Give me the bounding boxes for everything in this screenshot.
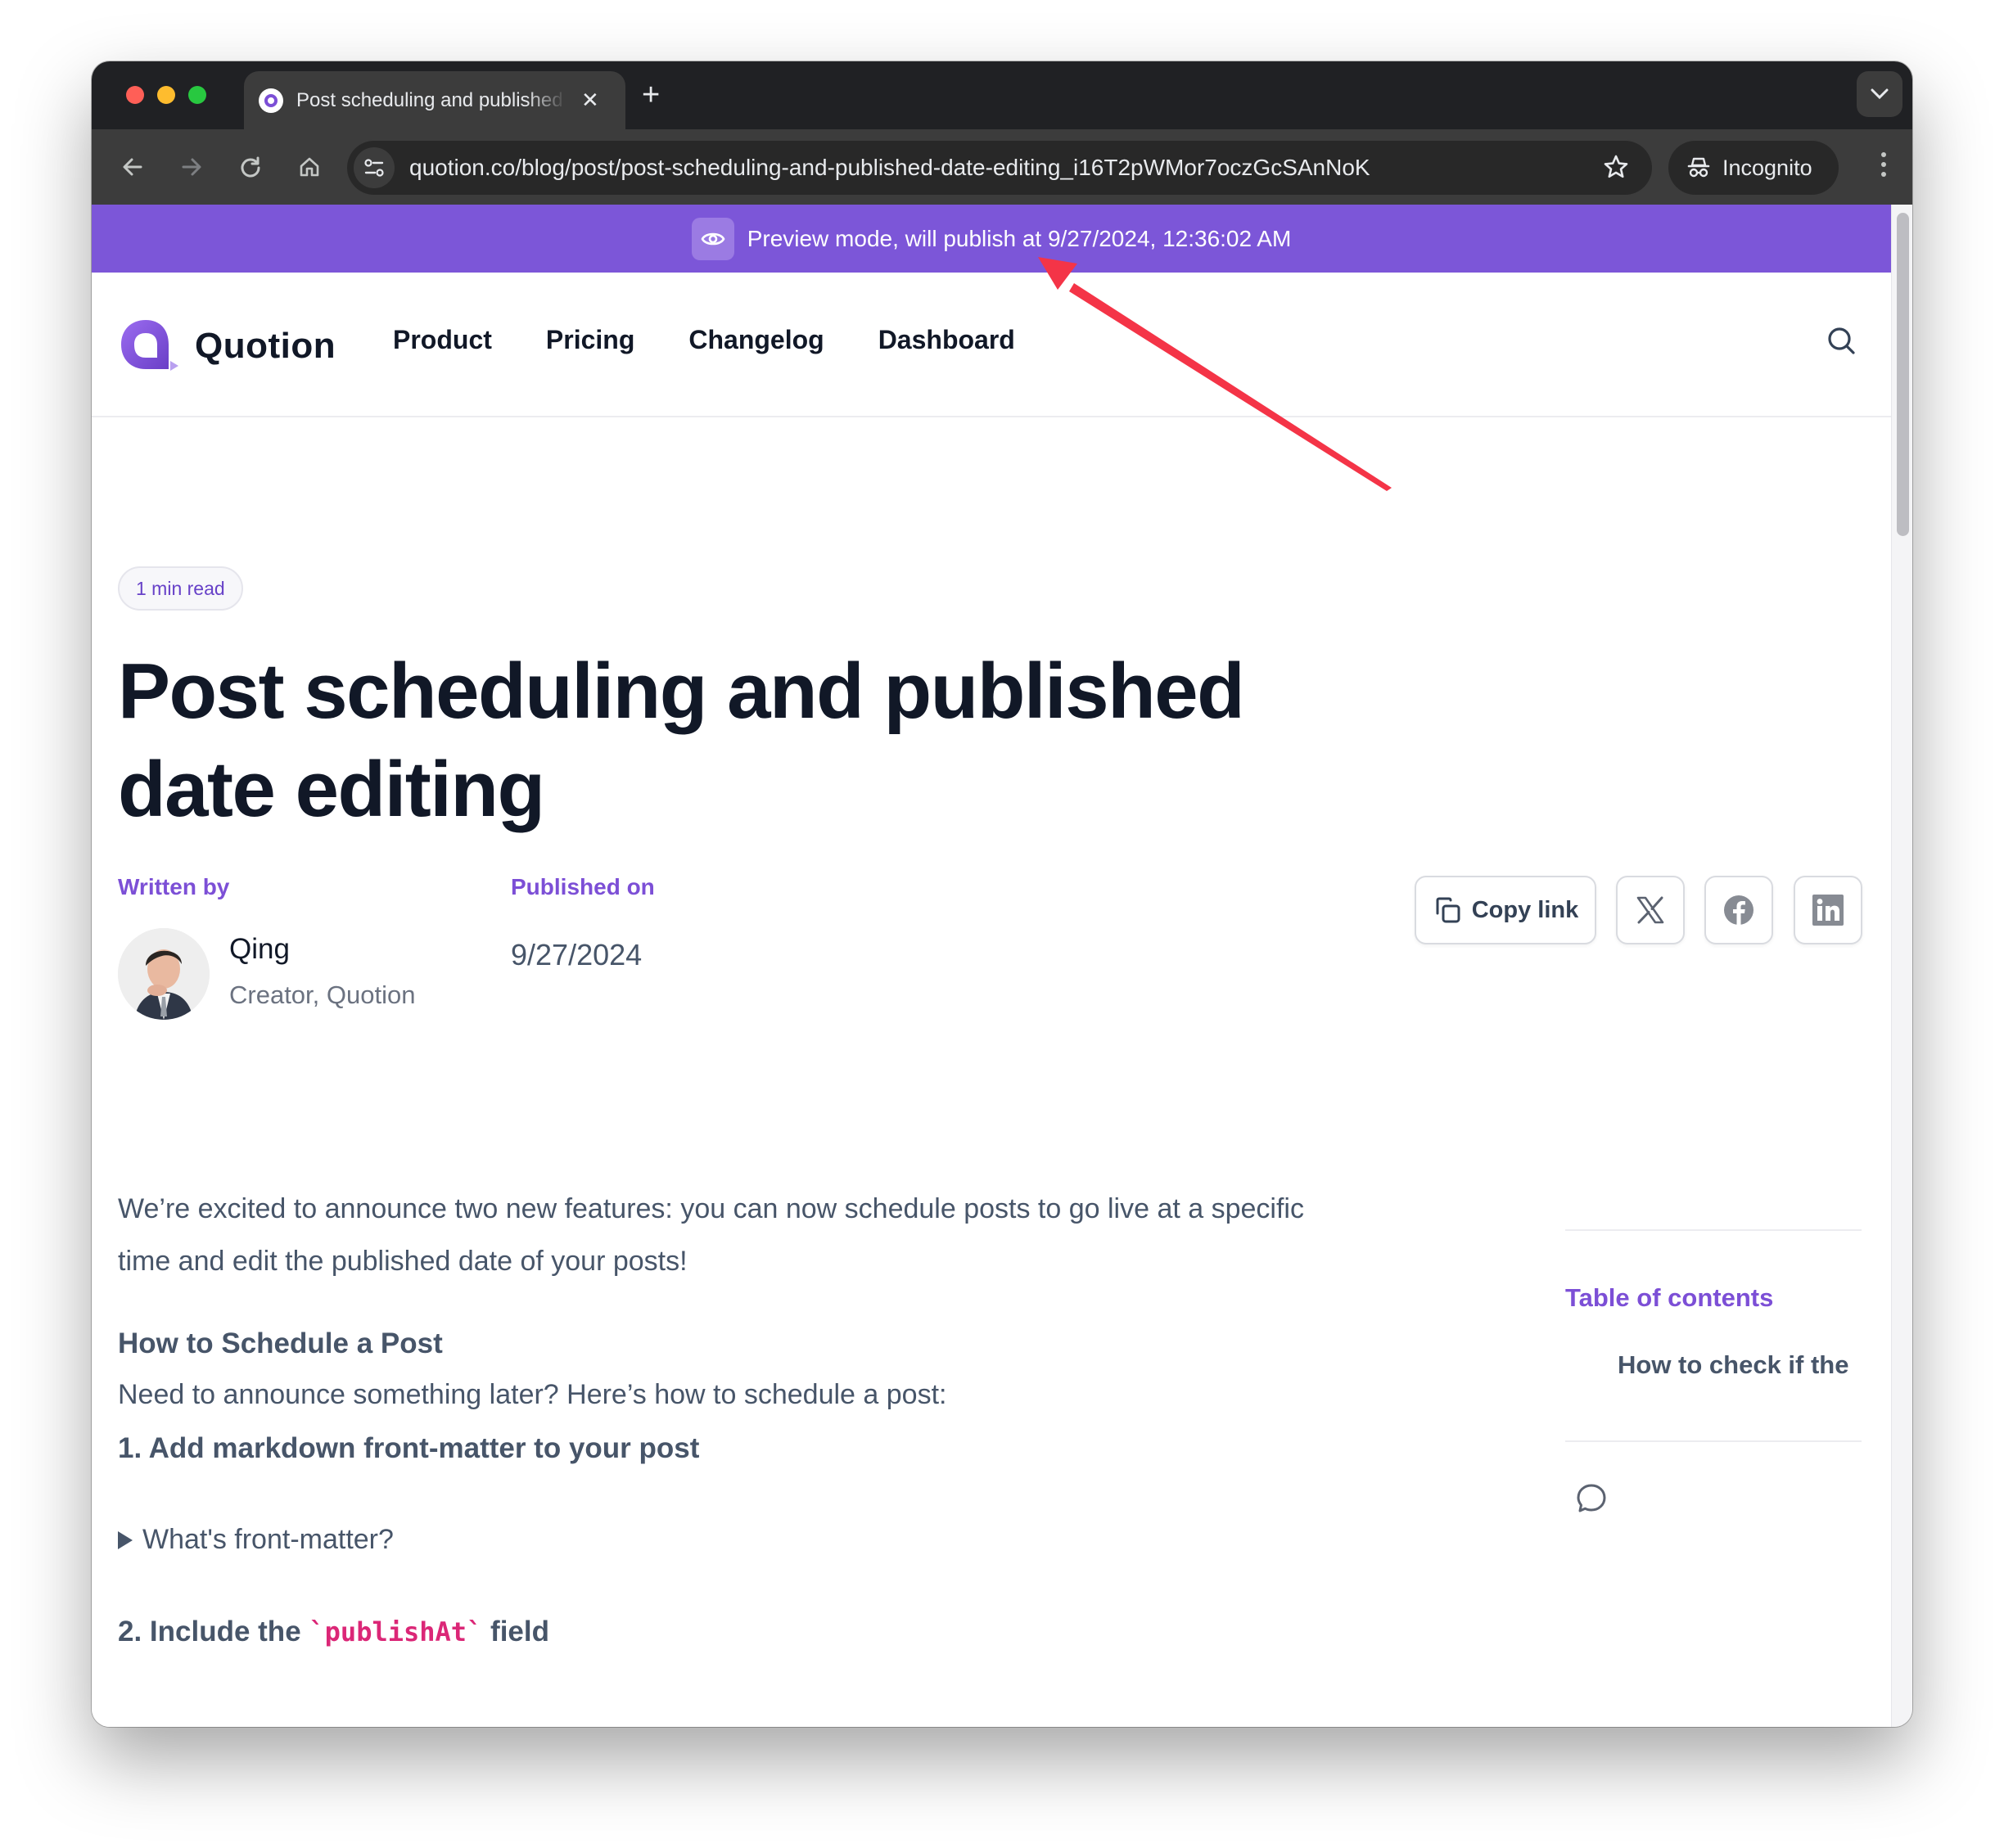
bookmark-star-icon — [1604, 155, 1628, 178]
comment-button[interactable] — [1573, 1481, 1609, 1521]
step-2-suffix: field — [482, 1616, 549, 1647]
brand-name: Quotion — [195, 326, 336, 366]
preview-mode-banner: Preview mode, will publish at 9/27/2024,… — [92, 205, 1891, 273]
incognito-label: Incognito — [1722, 155, 1812, 180]
incognito-icon — [1687, 157, 1710, 178]
front-matter-details-toggle[interactable]: What's front-matter? — [118, 1524, 394, 1556]
read-time-badge: 1 min read — [118, 566, 243, 611]
article-title: Post scheduling and published date editi… — [118, 647, 1245, 833]
search-icon — [1828, 327, 1855, 354]
eye-icon — [691, 217, 734, 260]
toc-title: Table of contents — [1565, 1283, 1774, 1312]
quotion-logo-icon — [121, 320, 178, 371]
incognito-indicator[interactable]: Incognito — [1668, 141, 1839, 195]
article-intro: We’re excited to announce two new featur… — [118, 1193, 1304, 1277]
forward-button[interactable] — [174, 149, 210, 185]
published-date: 9/27/2024 — [511, 938, 643, 971]
browser-tab[interactable]: Post scheduling and published date editi… — [244, 71, 625, 129]
step-1-heading: 1. Add markdown front-matter to your pos… — [118, 1432, 700, 1464]
disclosure-triangle-icon — [118, 1530, 133, 1549]
comment-bubble-icon — [1577, 1484, 1606, 1512]
chevron-down-icon — [1871, 88, 1889, 100]
address-bar[interactable]: quotion.co/blog/post/post-scheduling-and… — [347, 141, 1652, 195]
author-avatar — [118, 928, 210, 1020]
nav-pricing[interactable]: Pricing — [546, 325, 634, 355]
main-nav: Product Pricing Changelog Dashboard — [393, 325, 1015, 355]
copy-link-label: Copy link — [1471, 896, 1579, 923]
step-2-prefix: 2. Include the — [118, 1616, 309, 1647]
published-on-label: Published on — [511, 874, 655, 899]
bookmark-star-button[interactable] — [1603, 154, 1629, 184]
tab-close-icon[interactable]: ✕ — [581, 88, 599, 113]
share-linkedin-button[interactable] — [1794, 876, 1862, 944]
toc-divider-bottom — [1565, 1440, 1862, 1442]
home-button[interactable] — [291, 149, 327, 185]
site-logo[interactable]: Quotion — [118, 318, 336, 374]
linkedin-icon — [1812, 895, 1844, 926]
scrollbar-thumb[interactable] — [1897, 213, 1909, 536]
browser-window: Post scheduling and published date editi… — [92, 61, 1912, 1727]
tab-search-button[interactable] — [1857, 71, 1902, 117]
preview-mode-text: Preview mode, will publish at 9/27/2024,… — [747, 225, 1292, 251]
new-tab-button[interactable]: + — [642, 78, 660, 113]
share-x-button[interactable] — [1616, 876, 1685, 944]
site-info-button[interactable] — [354, 147, 395, 188]
author-name: Qing — [229, 933, 290, 965]
page-viewport: Preview mode, will publish at 9/27/2024,… — [92, 205, 1891, 1727]
nav-changelog[interactable]: Changelog — [688, 325, 824, 355]
site-info-icon — [364, 159, 384, 177]
toc-item[interactable]: How to check if the — [1618, 1350, 1862, 1380]
back-arrow-icon — [123, 158, 142, 176]
home-icon — [300, 157, 319, 177]
share-facebook-button[interactable] — [1704, 876, 1773, 944]
forward-arrow-icon — [182, 158, 201, 176]
url-text[interactable]: quotion.co/blog/post/post-scheduling-and… — [409, 155, 1370, 181]
search-button[interactable] — [1826, 325, 1858, 362]
back-button[interactable] — [115, 149, 151, 185]
toc-divider-top — [1565, 1229, 1862, 1231]
more-menu-button[interactable] — [1881, 152, 1886, 177]
reload-button[interactable] — [232, 149, 269, 185]
tab-strip: Post scheduling and published date editi… — [92, 61, 1912, 129]
window-controls — [126, 86, 206, 104]
minimize-window-button[interactable] — [157, 86, 175, 104]
maximize-window-button[interactable] — [188, 86, 206, 104]
author-role: Creator, Quotion — [229, 980, 416, 1009]
browser-toolbar: quotion.co/blog/post/post-scheduling-and… — [92, 129, 1912, 205]
section-heading: How to Schedule a Post — [118, 1327, 443, 1359]
tab-title: Post scheduling and published date editi… — [296, 88, 566, 111]
close-window-button[interactable] — [126, 86, 144, 104]
details-summary: What's front-matter? — [142, 1524, 394, 1555]
written-by-label: Written by — [118, 874, 230, 899]
nav-product[interactable]: Product — [393, 325, 492, 355]
reload-icon — [241, 156, 260, 178]
copy-link-button[interactable]: Copy link — [1415, 876, 1596, 944]
facebook-icon — [1724, 895, 1754, 925]
quotion-favicon-icon — [259, 88, 283, 113]
section-intro: Need to announce something later? Here’s… — [118, 1379, 947, 1410]
nav-dashboard[interactable]: Dashboard — [878, 325, 1015, 355]
step-2-heading: 2. Include the `publishAt` field — [118, 1616, 549, 1648]
site-header: Quotion Product Pricing Changelog Dashbo… — [92, 273, 1891, 417]
copy-icon — [1436, 897, 1460, 923]
publishat-code: `publishAt` — [309, 1616, 483, 1647]
page-scrollbar[interactable] — [1891, 205, 1912, 1727]
x-twitter-icon — [1636, 896, 1664, 924]
